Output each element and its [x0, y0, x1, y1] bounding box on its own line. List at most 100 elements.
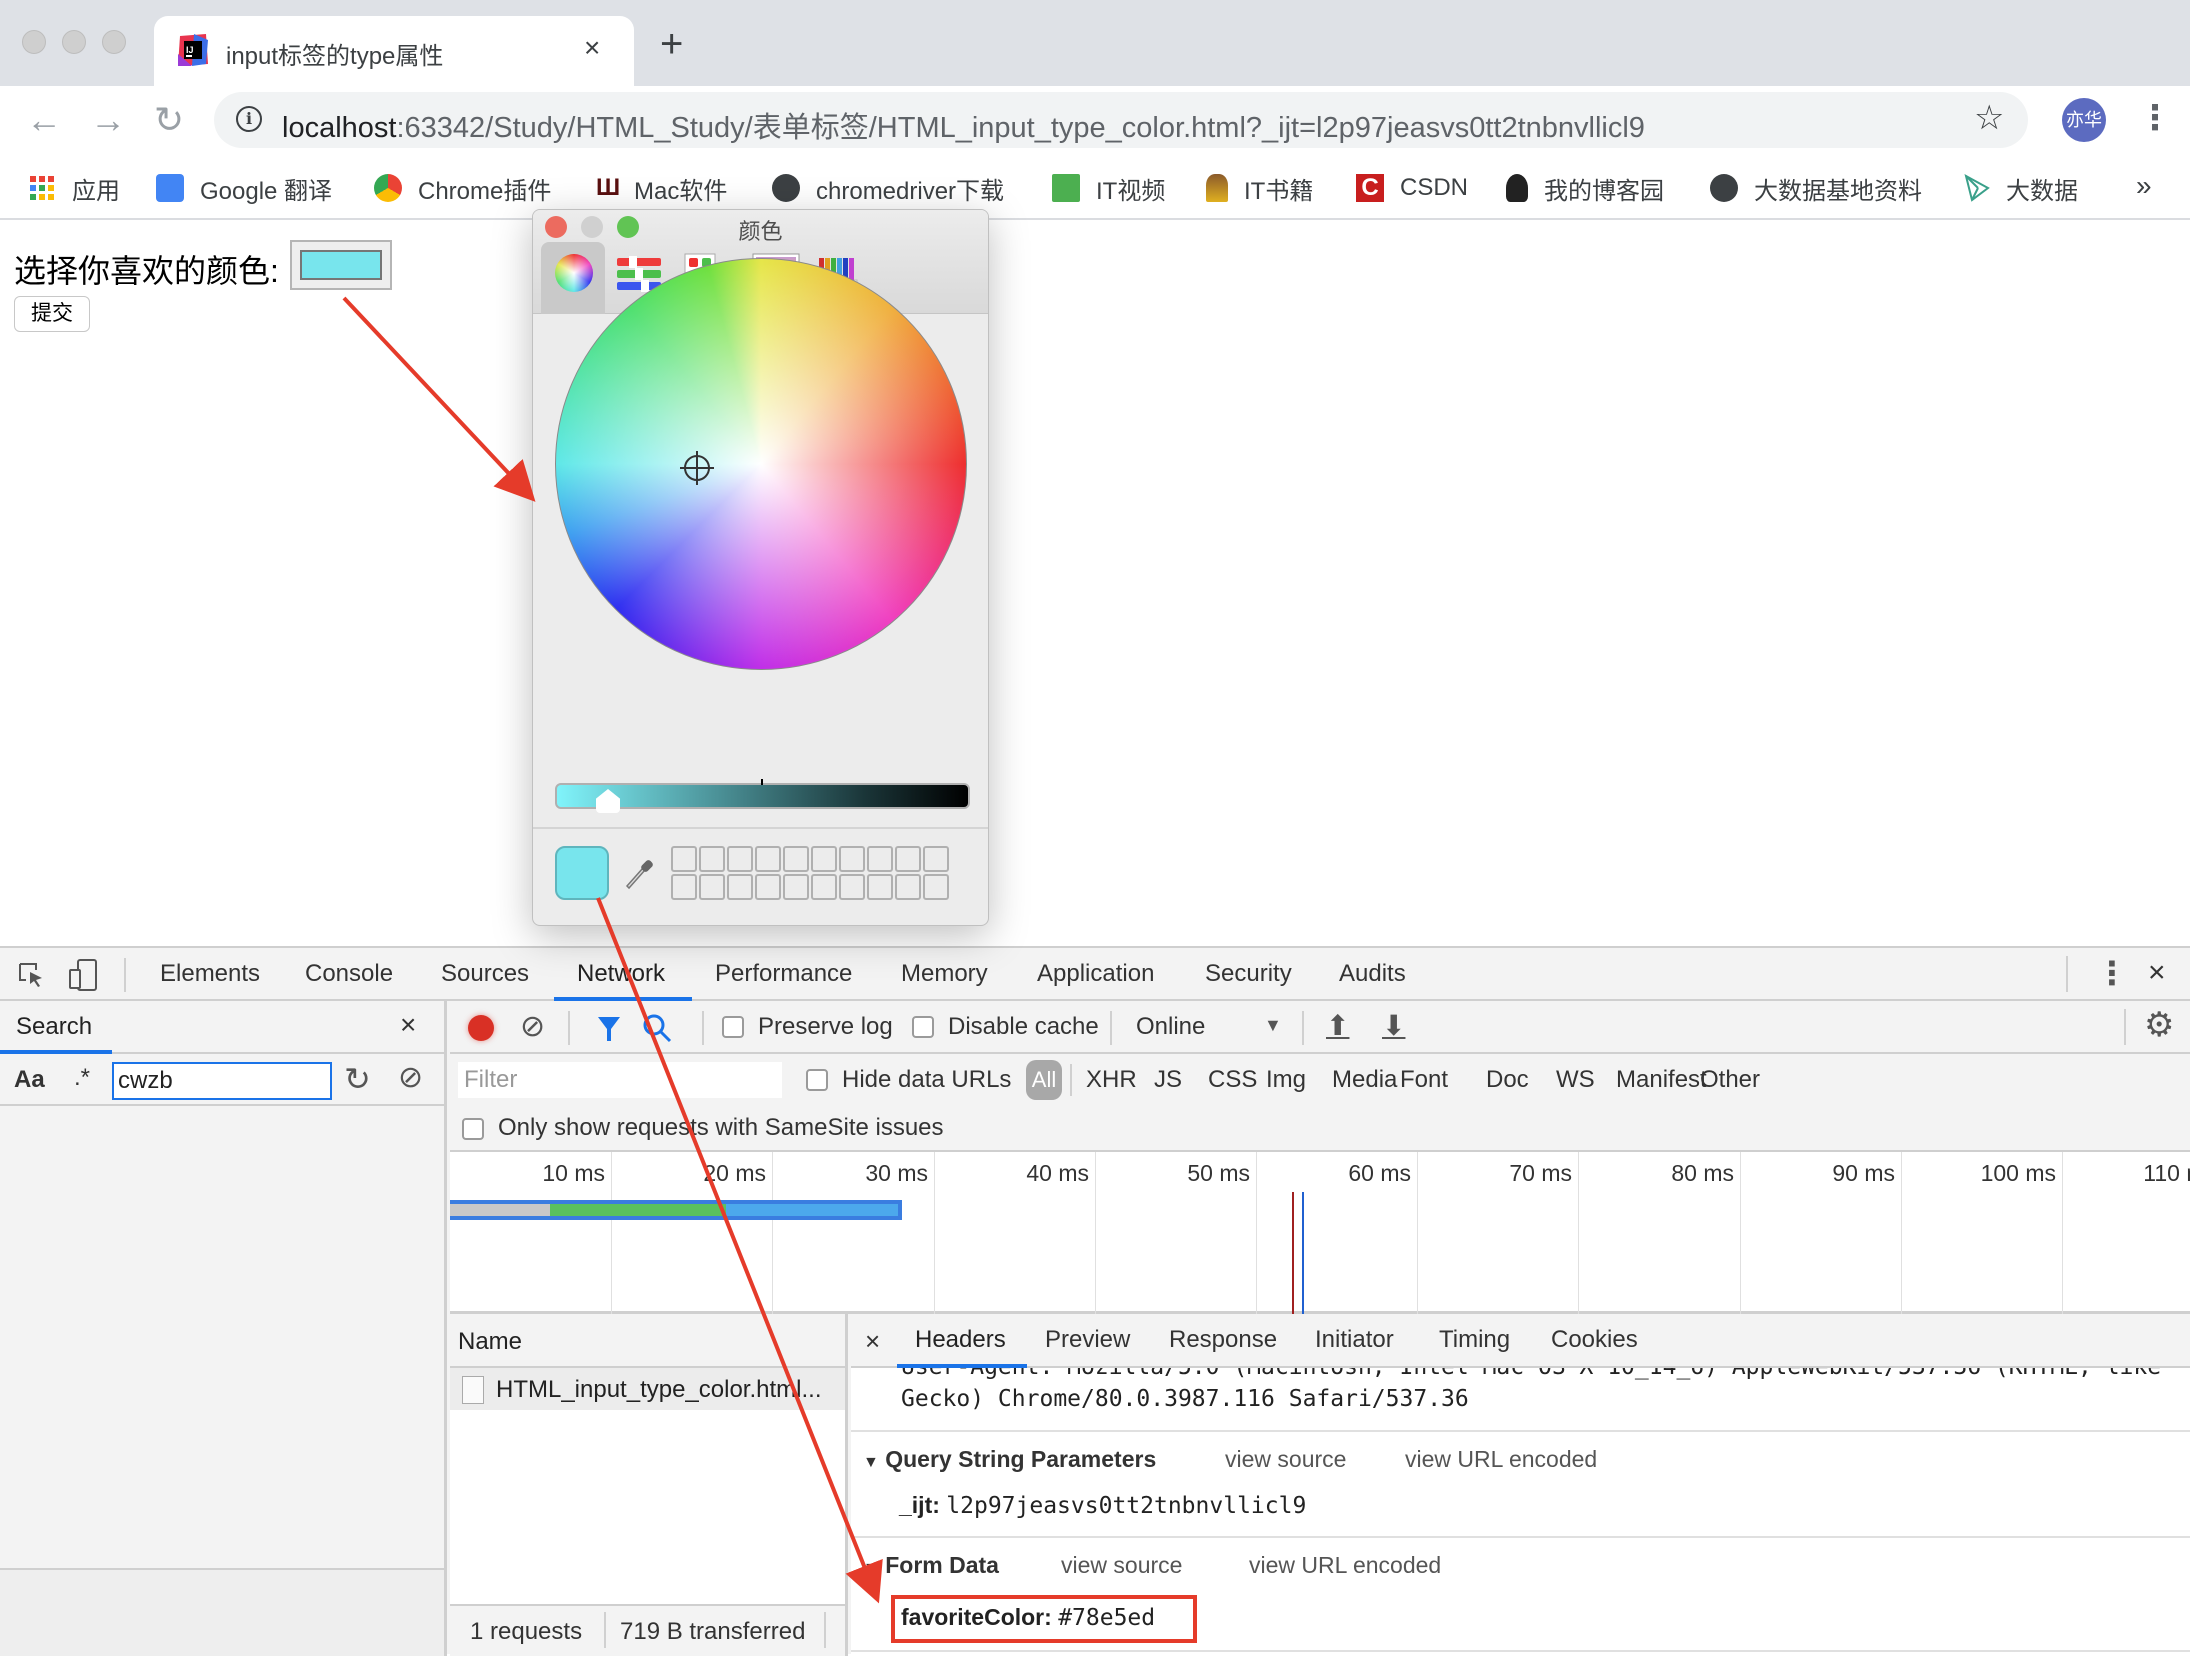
bookmark-cnblogs[interactable]: 我的博客园: [1506, 170, 1664, 206]
site-info-icon[interactable]: i: [236, 106, 262, 132]
forward-button[interactable]: →: [90, 100, 126, 140]
saved-swatch[interactable]: [839, 846, 865, 872]
regex-toggle[interactable]: .*: [74, 1064, 90, 1092]
tab-elements[interactable]: Elements: [160, 960, 260, 988]
saved-swatch[interactable]: [923, 874, 949, 900]
saved-swatch[interactable]: [699, 874, 725, 900]
type-filter-media[interactable]: Media: [1332, 1066, 1397, 1094]
tab-application[interactable]: Application: [1037, 960, 1154, 988]
bookmark-star-icon[interactable]: ☆: [1974, 98, 2004, 138]
throttling-dropdown-icon[interactable]: ▼: [1264, 1015, 1282, 1036]
bookmark-it-books[interactable]: IT书籍: [1206, 170, 1313, 206]
query-view-source-link[interactable]: view source: [1225, 1446, 1346, 1473]
window-minimize-button[interactable]: [62, 30, 86, 54]
saved-swatch[interactable]: [727, 846, 753, 872]
throttling-select[interactable]: Online: [1136, 1013, 1205, 1041]
record-button[interactable]: [468, 1015, 494, 1041]
form-view-url-encoded-link[interactable]: view URL encoded: [1249, 1552, 1441, 1579]
name-column-header[interactable]: Name: [458, 1328, 522, 1356]
import-har-icon[interactable]: ⬆: [1326, 1009, 1349, 1042]
color-wheel[interactable]: [555, 258, 967, 670]
tab-sources[interactable]: Sources: [441, 960, 529, 988]
picker-mode-color-wheel[interactable]: [541, 242, 605, 314]
submit-button[interactable]: 提交: [14, 296, 90, 332]
refresh-search-icon[interactable]: ↻: [344, 1060, 371, 1098]
tab-cookies[interactable]: Cookies: [1551, 1326, 1638, 1354]
tab-security[interactable]: Security: [1205, 960, 1292, 988]
window-zoom-button[interactable]: [102, 30, 126, 54]
reload-button[interactable]: ↻: [154, 100, 184, 140]
saved-swatch[interactable]: [839, 874, 865, 900]
tab-network[interactable]: Network: [577, 960, 665, 988]
tab-initiator[interactable]: Initiator: [1315, 1326, 1394, 1354]
eyedropper-icon[interactable]: [621, 854, 657, 890]
disable-cache-checkbox[interactable]: [912, 1016, 934, 1038]
preserve-log-checkbox[interactable]: [722, 1016, 744, 1038]
tab-audits[interactable]: Audits: [1339, 960, 1406, 988]
query-string-section-toggle[interactable]: ▼ Query String Parameters: [863, 1446, 1156, 1473]
bookmarks-overflow-button[interactable]: »: [2136, 170, 2152, 202]
request-row[interactable]: HTML_input_type_color.html...: [450, 1368, 845, 1410]
tab-timing[interactable]: Timing: [1439, 1326, 1510, 1354]
devtools-more-icon[interactable]: ⋮: [2096, 954, 2128, 992]
type-filter-img[interactable]: Img: [1266, 1066, 1306, 1094]
type-filter-xhr[interactable]: XHR: [1086, 1066, 1137, 1094]
hide-data-urls-checkbox[interactable]: [806, 1069, 828, 1091]
saved-swatch[interactable]: [671, 874, 697, 900]
search-input[interactable]: cwzb: [112, 1062, 332, 1100]
profile-avatar[interactable]: 亦华: [2062, 98, 2106, 142]
tab-memory[interactable]: Memory: [901, 960, 988, 988]
type-filter-other[interactable]: Other: [1700, 1066, 1760, 1094]
saved-swatch[interactable]: [699, 846, 725, 872]
browser-tab[interactable]: IJ input标签的type属性 ×: [154, 16, 634, 86]
bookmark-bigdata[interactable]: 大数据: [1962, 170, 2078, 206]
tab-headers[interactable]: Headers: [915, 1326, 1006, 1354]
export-har-icon[interactable]: ⬇: [1382, 1009, 1405, 1042]
saved-swatch[interactable]: [811, 874, 837, 900]
clear-search-icon[interactable]: ⊘: [398, 1060, 423, 1095]
saved-swatch[interactable]: [867, 846, 893, 872]
bookmark-apps[interactable]: 应用: [28, 170, 120, 206]
search-title[interactable]: Search: [16, 1013, 92, 1041]
tab-close-icon[interactable]: ×: [584, 32, 600, 64]
bookmark-bigdata-resources[interactable]: 大数据基地资料: [1710, 170, 1922, 206]
query-view-url-encoded-link[interactable]: view URL encoded: [1405, 1446, 1597, 1473]
saved-swatch[interactable]: [671, 846, 697, 872]
bookmark-it-video[interactable]: IT视频: [1052, 170, 1165, 206]
samesite-checkbox[interactable]: [462, 1118, 484, 1140]
inspect-element-icon[interactable]: [16, 960, 46, 990]
bookmark-google-translate[interactable]: Google 翻译: [156, 170, 332, 206]
form-view-source-link[interactable]: view source: [1061, 1552, 1182, 1579]
type-filter-css[interactable]: CSS: [1208, 1066, 1257, 1094]
favorite-color-input[interactable]: [290, 240, 392, 290]
new-tab-button[interactable]: +: [660, 24, 683, 64]
bookmark-chromedriver[interactable]: chromedriver下载: [772, 170, 1004, 206]
color-wheel-crosshair[interactable]: [680, 451, 714, 485]
form-data-section-toggle[interactable]: ▼ Form Data: [863, 1552, 999, 1579]
saved-swatch[interactable]: [783, 874, 809, 900]
type-filter-ws[interactable]: WS: [1556, 1066, 1595, 1094]
saved-swatch[interactable]: [923, 846, 949, 872]
type-filter-all[interactable]: All: [1026, 1060, 1062, 1100]
saved-swatch[interactable]: [895, 874, 921, 900]
bookmark-mac-software[interactable]: Ш Mac软件: [596, 170, 727, 206]
tab-console[interactable]: Console: [305, 960, 393, 988]
match-case-toggle[interactable]: Aa: [14, 1066, 45, 1094]
devtools-close-icon[interactable]: ×: [2148, 956, 2166, 990]
address-bar[interactable]: i localhost:63342/Study/HTML_Study/表单标签/…: [214, 92, 2028, 148]
device-toolbar-icon[interactable]: [68, 958, 100, 992]
saved-swatch[interactable]: [895, 846, 921, 872]
network-settings-gear-icon[interactable]: ⚙: [2144, 1005, 2174, 1045]
tab-performance[interactable]: Performance: [715, 960, 852, 988]
search-icon[interactable]: [642, 1013, 672, 1043]
close-details-icon[interactable]: ×: [865, 1326, 880, 1357]
brightness-slider[interactable]: [555, 779, 970, 813]
search-close-icon[interactable]: ×: [400, 1009, 416, 1041]
type-filter-manifest[interactable]: Manifest: [1616, 1066, 1707, 1094]
bookmark-chrome-plugins[interactable]: Chrome插件: [374, 170, 551, 206]
type-filter-font[interactable]: Font: [1400, 1066, 1448, 1094]
window-close-button[interactable]: [22, 30, 46, 54]
saved-swatch[interactable]: [783, 846, 809, 872]
filter-input[interactable]: Filter: [458, 1062, 782, 1098]
brightness-slider-thumb[interactable]: [596, 789, 620, 813]
